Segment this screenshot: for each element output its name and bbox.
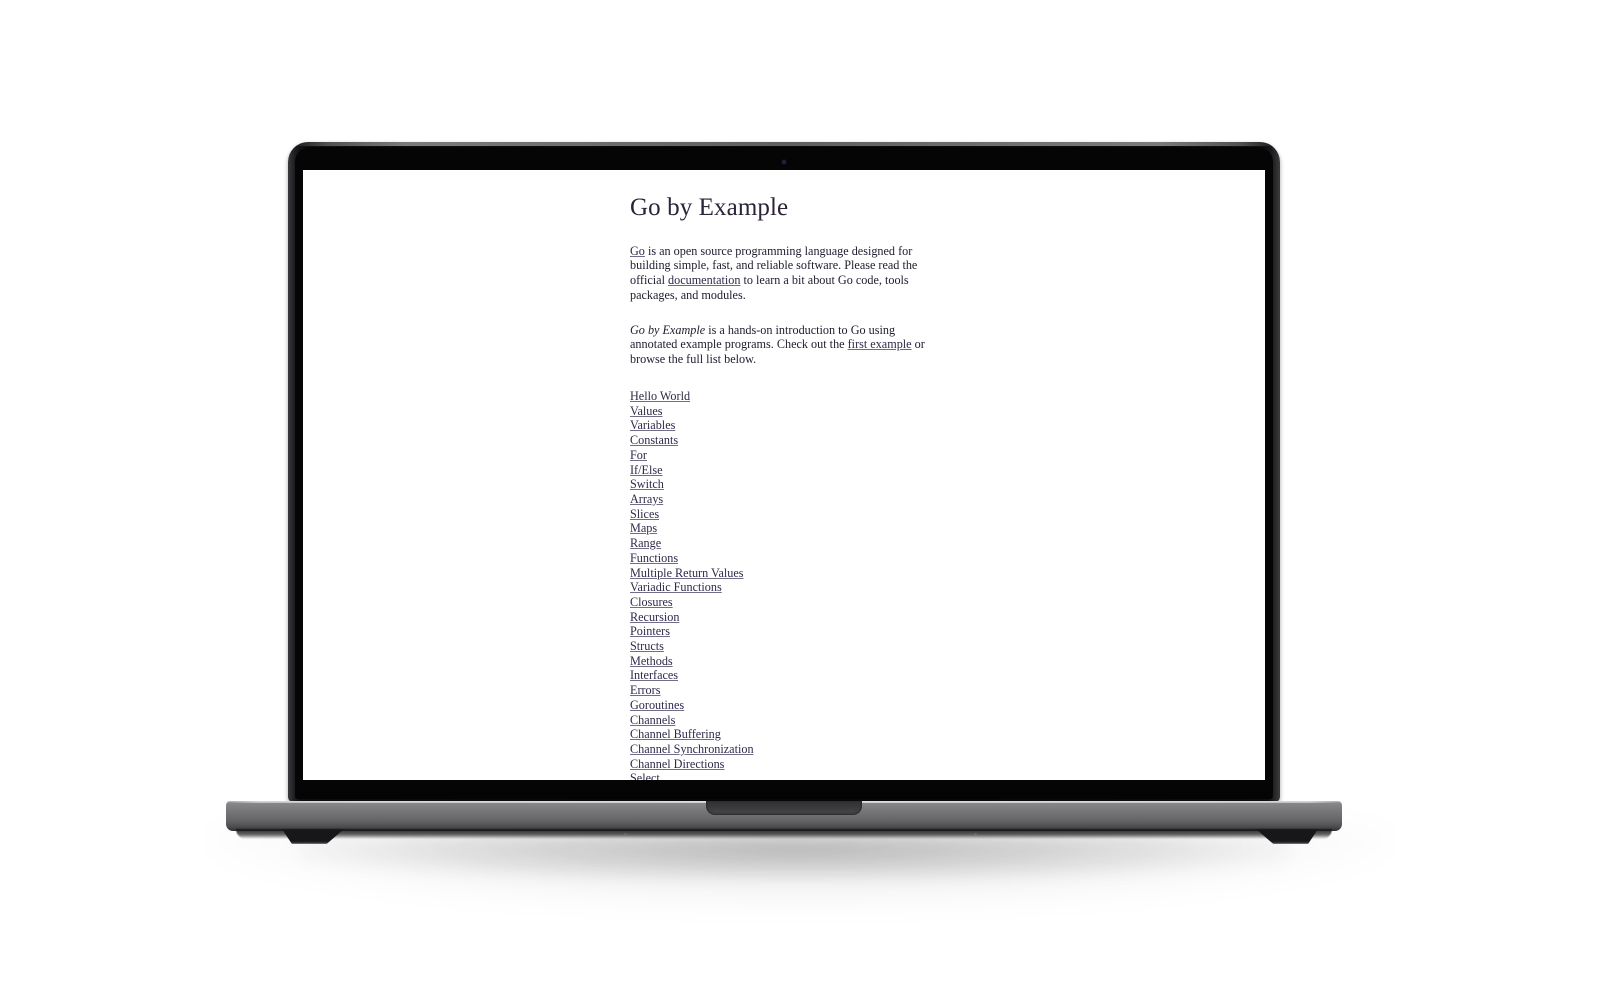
list-item: Values (630, 404, 940, 419)
example-link[interactable]: Methods (630, 654, 673, 668)
example-link[interactable]: Variadic Functions (630, 580, 722, 594)
example-link[interactable]: Channels (630, 713, 675, 727)
list-item: Maps (630, 521, 940, 536)
list-item: Slices (630, 507, 940, 522)
example-list: Hello World Values Variables Constants For If… (630, 389, 940, 780)
example-link[interactable]: Functions (630, 551, 678, 565)
list-item: Interfaces (630, 668, 940, 683)
example-link[interactable]: Multiple Return Values (630, 566, 744, 580)
list-item: Range (630, 536, 940, 551)
list-item: Functions (630, 551, 940, 566)
example-link[interactable]: Structs (630, 639, 664, 653)
example-link[interactable]: Recursion (630, 610, 679, 624)
laptop-mockup: Go by Example Go is an open source progr… (0, 0, 1600, 1000)
page-content-column: Go by Example Go is an open source progr… (630, 194, 940, 780)
list-item: Hello World (630, 389, 940, 404)
example-link[interactable]: Constants (630, 433, 678, 447)
base-vent-left (624, 833, 627, 836)
web-page: Go by Example Go is an open source progr… (303, 170, 1265, 780)
example-link[interactable]: If/Else (630, 463, 663, 477)
example-link[interactable]: For (630, 448, 647, 462)
example-link[interactable]: Range (630, 536, 661, 550)
list-item: Channel Directions (630, 757, 940, 772)
documentation-link[interactable]: documentation (668, 273, 740, 287)
base-foot-left (282, 829, 344, 844)
camera-dot-icon (782, 160, 786, 164)
example-link[interactable]: Closures (630, 595, 673, 609)
list-item: Variables (630, 418, 940, 433)
list-item: Constants (630, 433, 940, 448)
list-item: Arrays (630, 492, 940, 507)
list-item: Channel Synchronization (630, 742, 940, 757)
list-item: Channels (630, 713, 940, 728)
example-link[interactable]: Variables (630, 418, 675, 432)
list-item: Switch (630, 477, 940, 492)
base-thumb-notch (706, 801, 862, 815)
example-link[interactable]: Pointers (630, 624, 670, 638)
list-item: If/Else (630, 463, 940, 478)
intro-paragraph: Go is an open source programming languag… (630, 244, 940, 303)
list-item: Variadic Functions (630, 580, 940, 595)
list-item: Recursion (630, 610, 940, 625)
go-link[interactable]: Go (630, 244, 645, 258)
go-by-example-emphasis: Go by Example (630, 322, 706, 337)
list-item: Methods (630, 654, 940, 669)
base-foot-right (1256, 829, 1318, 844)
first-example-link[interactable]: first example (848, 337, 912, 351)
screenshot-stage: Go by Example Go is an open source progr… (0, 0, 1600, 1000)
laptop-base (226, 801, 1342, 831)
example-link[interactable]: Channel Buffering (630, 727, 721, 741)
lid-edge-highlight (288, 142, 1280, 146)
list-item: Select (630, 771, 940, 780)
list-item: For (630, 448, 940, 463)
example-link[interactable]: Maps (630, 521, 657, 535)
example-link[interactable]: Values (630, 404, 663, 418)
list-item: Multiple Return Values (630, 566, 940, 581)
base-underside (236, 829, 1332, 839)
example-link[interactable]: Select (630, 771, 660, 780)
laptop-screen: Go by Example Go is an open source progr… (303, 170, 1265, 780)
description-paragraph: Go by Example is a hands-on introduction… (630, 323, 940, 367)
list-item: Closures (630, 595, 940, 610)
example-link[interactable]: Channel Directions (630, 757, 724, 771)
list-item: Channel Buffering (630, 727, 940, 742)
list-item: Goroutines (630, 698, 940, 713)
example-link[interactable]: Channel Synchronization (630, 742, 754, 756)
example-link[interactable]: Goroutines (630, 698, 684, 712)
example-link[interactable]: Interfaces (630, 668, 678, 682)
list-item: Structs (630, 639, 940, 654)
example-link[interactable]: Switch (630, 477, 664, 491)
page-title: Go by Example (630, 194, 789, 221)
example-link[interactable]: Slices (630, 507, 659, 521)
list-item: Errors (630, 683, 940, 698)
base-vent-right (974, 833, 977, 836)
example-link[interactable]: Errors (630, 683, 660, 697)
laptop-contact-shadow (300, 836, 1290, 882)
example-link[interactable]: Arrays (630, 492, 663, 506)
list-item: Pointers (630, 624, 940, 639)
example-link[interactable]: Hello World (630, 389, 690, 403)
